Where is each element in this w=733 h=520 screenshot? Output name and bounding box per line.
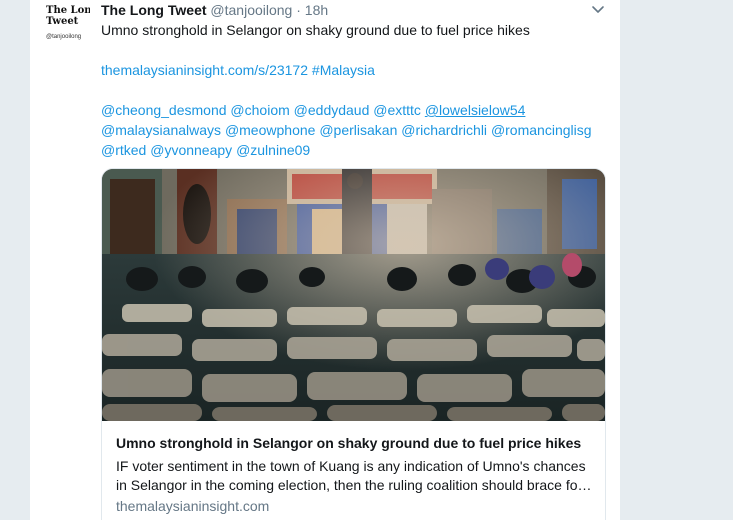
tweet[interactable]: The Long Tweet @tanjooilong The Long Twe…	[30, 0, 620, 520]
article-link[interactable]: themalaysianinsight.com/s/23172	[101, 62, 308, 78]
mention-link[interactable]: @richardrichli	[401, 122, 487, 138]
tweet-timestamp[interactable]: 18h	[305, 2, 328, 18]
mention-link[interactable]: @yvonneapy	[150, 142, 232, 158]
card-description-line1: IF voter sentiment in the town of Kuang …	[116, 458, 586, 474]
mention-link[interactable]: @rtked	[101, 142, 146, 158]
mention-link[interactable]: @malaysianalways	[101, 122, 221, 138]
author-name[interactable]: The Long Tweet	[101, 2, 207, 18]
mention-link[interactable]: @extttc	[373, 102, 421, 118]
mentions-line-2: @malaysianalways @meowphone @perlisakan …	[101, 120, 606, 140]
card-title[interactable]: Umno stronghold in Selangor on shaky gro…	[116, 434, 596, 452]
card-description-line2: in Selangor in the coming election, then…	[116, 477, 596, 493]
card-domain: themalaysianinsight.com	[116, 498, 270, 514]
tweet-header: The Long Tweet @tanjooilong · 18h	[101, 1, 328, 19]
hashtag-link[interactable]: #Malaysia	[312, 62, 375, 78]
avatar-logo-line2: Tweet	[46, 16, 79, 27]
chevron-down-icon[interactable]	[591, 4, 605, 16]
card-description: IF voter sentiment in the town of Kuang …	[116, 457, 596, 495]
mentions-line-3: @rtked @yvonneapy @zulnine09	[101, 140, 606, 160]
mention-link-hovered[interactable]: @lowelsielow54	[425, 102, 526, 118]
tweet-body: Umno stronghold in Selangor on shaky gro…	[101, 20, 606, 160]
mention-link[interactable]: @meowphone	[225, 122, 316, 138]
mention-link[interactable]: @choiom	[230, 102, 289, 118]
mention-link[interactable]: @eddydaud	[294, 102, 370, 118]
tweet-link-line: themalaysianinsight.com/s/23172 #Malaysi…	[101, 60, 606, 80]
link-preview-card[interactable]: Umno stronghold in Selangor on shaky gro…	[101, 168, 606, 520]
avatar[interactable]: The Long Tweet @tanjooilong	[40, 0, 90, 50]
avatar-logo-handle: @tanjooilong	[46, 34, 82, 40]
card-image[interactable]	[102, 169, 605, 421]
author-handle[interactable]: @tanjooilong	[210, 2, 292, 18]
header-separator: ·	[296, 2, 301, 18]
mention-link[interactable]: @zulnine09	[236, 142, 310, 158]
avatar-logo-line1: The Long	[46, 5, 90, 16]
mention-link[interactable]: @perlisakan	[319, 122, 397, 138]
tweet-text: Umno stronghold in Selangor on shaky gro…	[101, 22, 530, 38]
mention-link[interactable]: @romancinglisg	[491, 122, 592, 138]
mention-link[interactable]: @cheong_desmond	[101, 102, 227, 118]
mentions-line-1: @cheong_desmond @choiom @eddydaud @exttt…	[101, 100, 606, 120]
